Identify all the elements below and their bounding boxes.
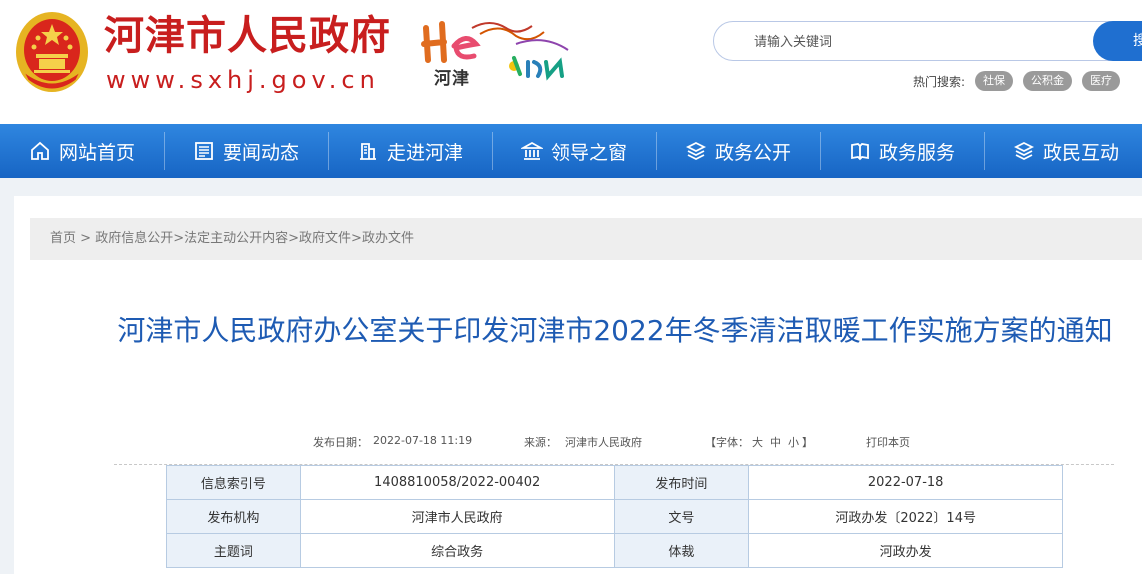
print-page-link[interactable]: 打印本页 bbox=[866, 434, 910, 450]
table-cell-label: 信息索引号 bbox=[166, 465, 301, 500]
national-emblem-icon bbox=[16, 12, 88, 92]
nav-item-label: 政民互动 bbox=[1042, 141, 1119, 164]
source-label: 来源： bbox=[524, 436, 557, 449]
logo-caption: 河津 bbox=[434, 69, 470, 89]
table-cell-label: 发布时间 bbox=[613, 465, 750, 500]
table-cell-value: 1408810058/2022-00402 bbox=[299, 465, 615, 500]
font-size-large-button[interactable]: 大 bbox=[752, 434, 763, 450]
layers-icon bbox=[685, 141, 706, 161]
government-building-icon bbox=[520, 141, 543, 160]
breadcrumb-statutory-content[interactable]: 法定主动公开内容 bbox=[184, 231, 288, 246]
layers-icon bbox=[1013, 141, 1034, 161]
table-cell-label: 体裁 bbox=[613, 533, 750, 568]
hot-tag-medical[interactable]: 医疗 bbox=[1082, 71, 1121, 91]
publish-date-value: 2022-07-18 11:19 bbox=[373, 434, 473, 447]
table-cell-value: 综合政务 bbox=[299, 533, 615, 568]
font-size-medium-button[interactable]: 中 bbox=[770, 434, 781, 450]
article-meta: 发布日期： 2022-07-18 11:19 来源： 河津市人民政府 【字体： … bbox=[0, 434, 1142, 452]
article-title: 河津市人民政府办公室关于印发河津市2022年冬季清洁取暖工作实施方案的通知 bbox=[117, 314, 1113, 347]
hot-search-label: 热门搜索: bbox=[913, 74, 966, 89]
breadcrumb-separator: > bbox=[351, 231, 362, 246]
nav-item-label: 走进河津 bbox=[386, 141, 463, 164]
breadcrumb: 首页 > 政府信息公开>法定主动公开内容>政府文件>政办文件 bbox=[30, 218, 1142, 260]
hot-search: 热门搜索: 社保 公积金 医疗 bbox=[913, 70, 1121, 92]
table-cell-label: 文号 bbox=[613, 499, 750, 534]
publish-date-label: 发布日期： bbox=[313, 436, 368, 449]
font-size-label: 【字体： bbox=[705, 436, 749, 449]
nav-item-home[interactable]: 网站首页 bbox=[0, 124, 164, 178]
site-header: 河津市人民政府 www.sxhj.gov.cn 河津 搜索 热门搜索: 社保 公… bbox=[0, 0, 1142, 124]
table-row: 信息索引号 1408810058/2022-00402 发布时间 2022-07… bbox=[166, 465, 1063, 500]
nav-item-services[interactable]: 政务服务 bbox=[820, 124, 984, 178]
font-size-close: 】 bbox=[802, 436, 813, 449]
table-cell-value: 2022-07-18 bbox=[748, 465, 1063, 500]
table-cell-label: 主题词 bbox=[166, 533, 301, 568]
nav-item-label: 政务服务 bbox=[878, 141, 955, 164]
hot-tag-housing-fund[interactable]: 公积金 bbox=[1023, 71, 1073, 91]
table-cell-value: 河津市人民政府 bbox=[299, 499, 615, 534]
table-row: 主题词 综合政务 体裁 河政办发 bbox=[166, 533, 1063, 568]
building-icon bbox=[359, 143, 376, 160]
main-nav: 网站首页 要闻动态 走进河津 领导之窗 政务公开 政务服务 政民互动 bbox=[0, 124, 1142, 178]
nav-item-label: 政务公开 bbox=[714, 141, 791, 164]
nav-item-open-government[interactable]: 政务公开 bbox=[656, 124, 820, 178]
table-cell-value: 河政办发 bbox=[748, 533, 1063, 568]
font-size-small-button[interactable]: 小 bbox=[788, 434, 799, 450]
table-row: 发布机构 河津市人民政府 文号 河政办发〔2022〕14号 bbox=[166, 499, 1063, 534]
breadcrumb-open-info[interactable]: 政府信息公开 bbox=[95, 231, 173, 246]
search-input[interactable] bbox=[754, 31, 1074, 53]
hot-tag-social-security[interactable]: 社保 bbox=[975, 71, 1014, 91]
nav-item-label: 网站首页 bbox=[58, 141, 135, 164]
table-cell-label: 发布机构 bbox=[166, 499, 301, 534]
table-cell-value: 河政办发〔2022〕14号 bbox=[748, 499, 1063, 534]
news-icon bbox=[195, 142, 213, 160]
search-box bbox=[713, 21, 1142, 61]
breadcrumb-separator: > bbox=[173, 231, 185, 246]
breadcrumb-office-documents[interactable]: 政办文件 bbox=[362, 231, 414, 246]
nav-item-interaction[interactable]: 政民互动 bbox=[984, 124, 1142, 178]
nav-item-label: 要闻动态 bbox=[222, 141, 299, 164]
nav-item-news[interactable]: 要闻动态 bbox=[164, 124, 328, 178]
breadcrumb-home[interactable]: 首页 bbox=[50, 231, 76, 246]
home-icon bbox=[31, 141, 49, 160]
search-button[interactable]: 搜索 bbox=[1093, 21, 1142, 61]
nav-item-leaders[interactable]: 领导之窗 bbox=[492, 124, 656, 178]
service-book-icon bbox=[851, 143, 869, 161]
breadcrumb-separator: > bbox=[76, 231, 96, 246]
site-title: 河津市人民政府 bbox=[104, 13, 391, 59]
nav-item-about[interactable]: 走进河津 bbox=[328, 124, 492, 178]
breadcrumb-gov-documents[interactable]: 政府文件 bbox=[299, 231, 351, 246]
hejin-logo: 河津 bbox=[420, 14, 580, 90]
document-info-table: 信息索引号 1408810058/2022-00402 发布时间 2022-07… bbox=[166, 465, 1063, 568]
nav-item-label: 领导之窗 bbox=[550, 141, 627, 164]
site-url: www.sxhj.gov.cn bbox=[106, 66, 380, 94]
breadcrumb-separator: > bbox=[288, 231, 300, 246]
source-value: 河津市人民政府 bbox=[565, 436, 642, 449]
